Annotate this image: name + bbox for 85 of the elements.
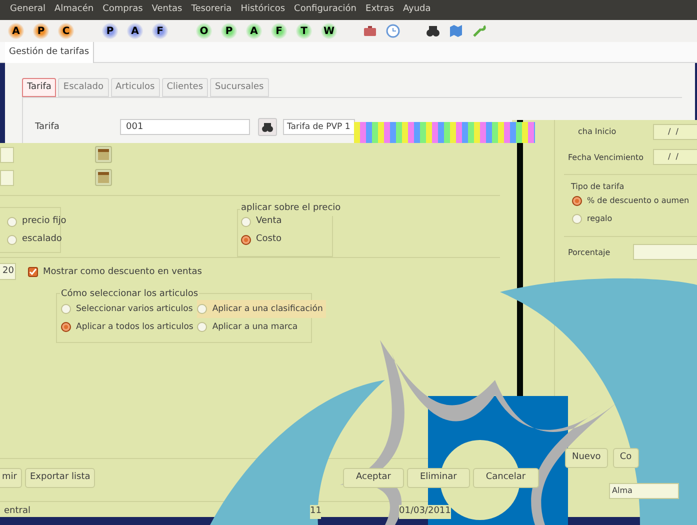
field-label: Tarifa [35, 121, 60, 134]
group-title: Tipo de tarifa [571, 181, 624, 193]
document-tab[interactable]: Gestión de tarifas [5, 42, 94, 63]
input-field[interactable]: 001 [120, 119, 250, 135]
toolbar-button[interactable]: T [296, 23, 312, 39]
field-label: cha Inicio [578, 126, 616, 138]
menu-item[interactable]: Históricos [240, 3, 286, 17]
radio-label: Seleccionar varios articulos [76, 302, 193, 316]
input-field[interactable]: 20 [0, 263, 16, 280]
input-field[interactable]: Alma [609, 483, 679, 499]
date-field[interactable] [0, 170, 14, 186]
radio-label: Aplicar a todos los articulos [76, 320, 194, 334]
button[interactable]: Aceptar [343, 468, 404, 488]
toolbar-button[interactable]: O [196, 23, 212, 39]
date-field[interactable] [0, 147, 14, 163]
field-label: Porcentaje [568, 247, 610, 259]
button[interactable]: Exportar lista [24, 468, 96, 488]
tab[interactable]: Escalado [58, 78, 108, 97]
radio-button[interactable] [197, 304, 208, 314]
radio-label: regalo [587, 213, 612, 225]
map-icon[interactable] [449, 24, 463, 38]
tab[interactable]: Articulos [110, 78, 160, 97]
status-text: 11 [310, 505, 322, 518]
toolbar-button[interactable]: W [321, 23, 337, 39]
menu-item[interactable]: Ayuda [402, 3, 431, 17]
toolbar-button[interactable]: F [152, 23, 168, 39]
tab[interactable]: Sucursales [210, 78, 269, 97]
binoculars-icon[interactable] [426, 25, 440, 37]
button[interactable]: Eliminar [406, 468, 470, 488]
radio-button[interactable] [61, 304, 71, 314]
radio-button[interactable] [61, 322, 71, 332]
radio-button[interactable] [7, 217, 17, 227]
radio-label: Aplicar a una marca [212, 320, 298, 334]
radio-button[interactable] [241, 217, 251, 227]
toolbar-button[interactable]: A [127, 23, 143, 39]
toolbar-button[interactable]: A [246, 23, 262, 39]
toolbar-button[interactable]: P [33, 23, 49, 39]
radio-label: Aplicar a una clasificación [212, 302, 323, 316]
radio-button[interactable] [572, 214, 582, 224]
calendar-icon [98, 172, 109, 183]
status-text: 01/03/2011 [399, 505, 451, 518]
radio-button[interactable] [241, 235, 251, 245]
menu-item[interactable]: Almacén [54, 3, 94, 17]
toolbar-button[interactable]: P [102, 23, 118, 39]
menu-item[interactable]: Ventas [152, 3, 182, 17]
toolbar-button[interactable]: C [58, 23, 74, 39]
toolbar-button[interactable]: F [271, 23, 287, 39]
calendar-button[interactable] [95, 169, 112, 186]
radio-label: Venta [256, 215, 282, 228]
search-button[interactable] [258, 118, 277, 136]
menu-item[interactable]: Extras [366, 3, 394, 17]
calendar-button[interactable] [95, 146, 112, 163]
radio-button[interactable] [572, 196, 582, 206]
status-text: entral [4, 505, 30, 518]
field-label: Fecha Vencimiento [568, 152, 644, 164]
radio-label: escalado [22, 233, 62, 246]
checkbox[interactable] [28, 267, 38, 277]
date-field[interactable]: / / [653, 149, 697, 165]
toolbar-button[interactable]: P [221, 23, 237, 39]
radio-label: Costo [256, 233, 282, 246]
clock-icon[interactable] [386, 24, 400, 38]
button[interactable]: Nuevo [565, 448, 608, 468]
button[interactable]: mir [0, 468, 22, 488]
menu-item[interactable]: Compras [102, 3, 143, 17]
radio-label: precio fijo [22, 215, 66, 228]
menu-item[interactable]: General [10, 3, 46, 17]
button[interactable]: Cancelar [472, 468, 539, 488]
input-field[interactable]: Tarifa de PVP 1 [283, 119, 355, 135]
radio-button[interactable] [197, 322, 208, 332]
group-title: aplicar sobre el precio [240, 202, 342, 216]
menu-item[interactable]: Configuración [294, 3, 357, 17]
input-field[interactable] [633, 244, 697, 260]
calendar-icon [98, 149, 109, 160]
tab[interactable]: Clientes [162, 78, 208, 97]
briefcase-icon[interactable] [363, 25, 377, 37]
tab[interactable]: Tarifa [22, 78, 56, 97]
button[interactable]: Co [612, 448, 639, 468]
radio-button[interactable] [7, 235, 17, 245]
toolbar-button[interactable]: A [8, 23, 24, 39]
checkbox-label: Mostrar como descuento en ventas [43, 266, 202, 279]
date-field[interactable]: / / [653, 124, 697, 140]
menu-item[interactable]: Tesoreria [191, 3, 232, 17]
radio-label: % de descuento o aumen [587, 195, 690, 207]
wrench-icon[interactable] [472, 24, 486, 38]
binoculars-icon [262, 122, 273, 132]
